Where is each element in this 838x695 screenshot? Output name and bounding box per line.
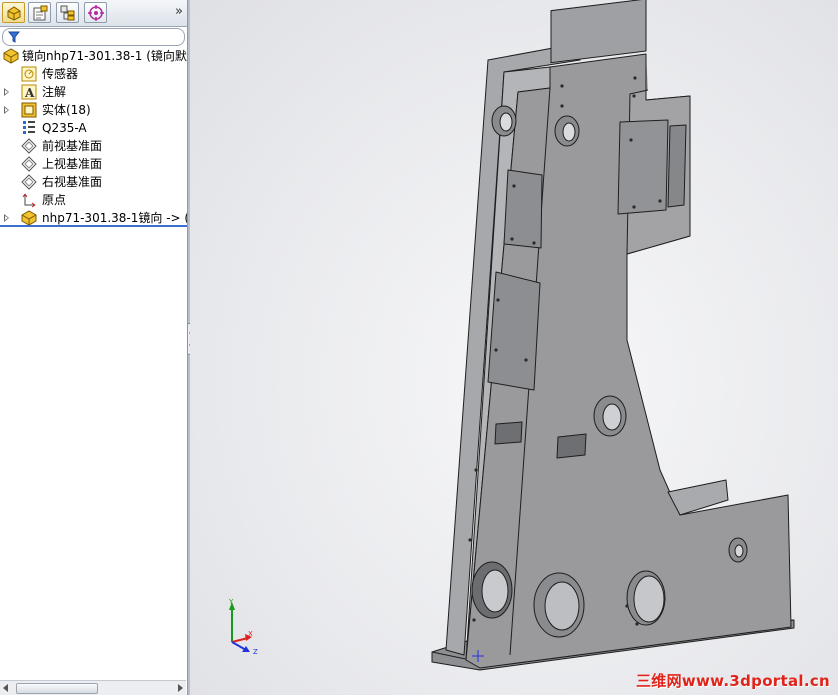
tree-item-label: Q235-A (42, 121, 87, 135)
horizontal-scrollbar[interactable] (0, 680, 186, 695)
slot-cutout (494, 421, 523, 445)
annotation-icon: A (21, 84, 37, 100)
expand-arrow-icon[interactable] (4, 106, 9, 114)
tree-item-annotations[interactable]: A 注解 (0, 83, 187, 101)
tree-item-front-plane[interactable]: 前视基准面 (0, 137, 187, 155)
tree-item-label: 右视基准面 (42, 175, 103, 189)
slot-cutout (556, 433, 587, 459)
material-icon (23, 121, 35, 134)
tree-item-label: 注解 (42, 85, 67, 99)
tree-item-label: 前视基准面 (42, 139, 103, 153)
tree-item-top-plane[interactable]: 上视基准面 (0, 155, 187, 173)
feature-tree: 镜向nhp71-301.38-1 (镜向默 传感器 A 注解 实体(18) Q2… (0, 47, 187, 227)
tab-configurationmanager[interactable] (56, 2, 79, 23)
plane-icon (21, 174, 37, 190)
manager-tab-bar: » (0, 0, 187, 27)
feature-manager-pane: » 镜向nhp71-301.38-1 (镜向默 传感器 A 注解 实体(18) … (0, 0, 188, 695)
expand-arrow-icon[interactable] (4, 214, 9, 222)
configurationmanager-icon (60, 5, 75, 21)
plane-icon (21, 138, 37, 154)
featuremanager-icon (7, 6, 21, 21)
tab-overflow-button[interactable]: » (175, 4, 183, 19)
svg-text:A: A (24, 86, 35, 100)
tab-propertymanager[interactable] (28, 2, 51, 23)
part-icon (3, 48, 19, 64)
tab-dimxpert[interactable] (84, 2, 107, 23)
triad-z-label: Z (253, 648, 258, 656)
view-triad: Y X Z (228, 598, 258, 656)
tree-item-label: 上视基准面 (42, 157, 103, 171)
origin-icon (22, 193, 36, 208)
rollback-bar[interactable] (0, 225, 187, 227)
dimxpert-crosshair-icon (88, 5, 104, 21)
tree-item-origin[interactable]: 原点 (0, 191, 187, 209)
sensor-icon (21, 66, 37, 82)
scroll-left-icon[interactable] (3, 684, 8, 692)
tree-root-label: 镜向nhp71-301.38-1 (镜向默 (22, 49, 187, 63)
part-icon (21, 210, 37, 226)
tree-filter-input[interactable] (2, 28, 185, 46)
cover-panel (503, 169, 543, 249)
top-cover-plate (550, 0, 647, 64)
cad-model (431, 0, 795, 671)
tree-item-label: 实体(18) (42, 103, 91, 117)
tab-featuremanager[interactable] (2, 2, 25, 23)
watermark: 三维网www.3dportal.cn (635, 672, 830, 690)
tree-item-material[interactable]: Q235-A (0, 119, 187, 137)
tree-item-right-plane[interactable]: 右视基准面 (0, 173, 187, 191)
tree-item-label: 传感器 (42, 67, 79, 81)
tree-item-solid-bodies[interactable]: 实体(18) (0, 101, 187, 119)
tree-item-label: 原点 (42, 193, 67, 207)
cover-panel (487, 271, 541, 391)
graphics-viewport[interactable]: Y X Z 三维网www.3dportal.cn (190, 0, 838, 695)
scroll-thumb[interactable] (16, 683, 98, 694)
tree-item-sensors[interactable]: 传感器 (0, 65, 187, 83)
solid-bodies-icon (21, 102, 37, 118)
filter-icon (8, 31, 20, 43)
expand-arrow-icon[interactable] (4, 88, 9, 96)
tree-root-item[interactable]: 镜向nhp71-301.38-1 (镜向默 (0, 47, 187, 65)
triad-y-label: Y (228, 598, 234, 606)
scroll-right-icon[interactable] (178, 684, 183, 692)
plane-icon (21, 156, 37, 172)
propertymanager-icon (33, 5, 48, 21)
triad-x-label: X (248, 630, 253, 638)
